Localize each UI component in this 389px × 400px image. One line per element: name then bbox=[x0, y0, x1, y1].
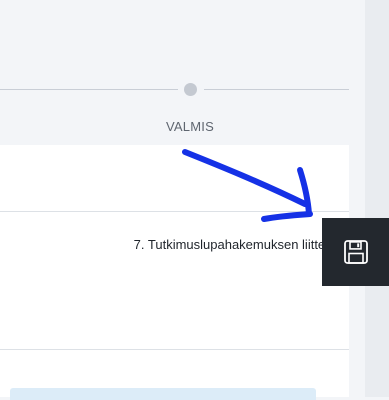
save-button[interactable] bbox=[322, 218, 389, 286]
stepper-line-right bbox=[204, 89, 349, 90]
side-gutter bbox=[365, 0, 389, 397]
section-title: 7. Tutkimuslupahakemuksen liitteet bbox=[133, 237, 336, 252]
page: VALMIS 7. Tutkimuslupahakemuksen liittee… bbox=[0, 0, 389, 400]
card-divider bbox=[0, 349, 349, 350]
form-card: 7. Tutkimuslupahakemuksen liitteet bbox=[0, 145, 349, 400]
floppy-disk-icon bbox=[343, 239, 369, 265]
stepper-step-dot[interactable] bbox=[184, 83, 197, 96]
stepper-step-label: VALMIS bbox=[166, 119, 214, 134]
stepper-line-left bbox=[0, 89, 178, 90]
card-divider bbox=[0, 211, 349, 212]
info-box bbox=[10, 388, 316, 400]
